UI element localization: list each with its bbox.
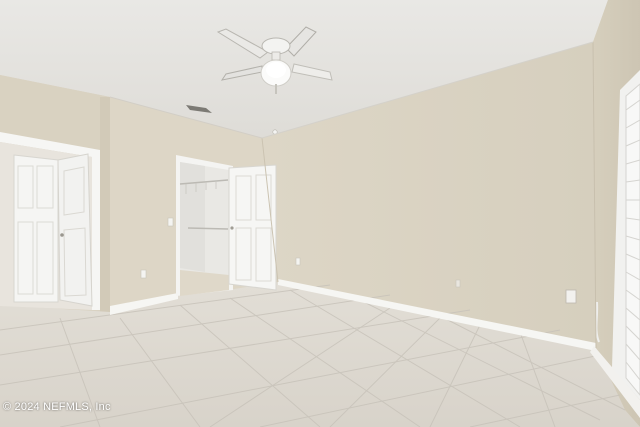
watermark: © 2024 NEFMLS, Inc [3,401,111,413]
outlet-icon [140,269,147,279]
room-photo [0,0,640,427]
outlet-icon [455,279,461,288]
outlet-icon [565,289,577,304]
window-blinds [625,83,640,396]
door-knob-icon [60,233,64,237]
light-switch-icon [167,217,174,227]
left-wall-pillar [100,97,110,315]
entry-open-door [57,153,93,307]
outlet-icon [295,257,301,266]
entry-back-door [13,154,59,303]
